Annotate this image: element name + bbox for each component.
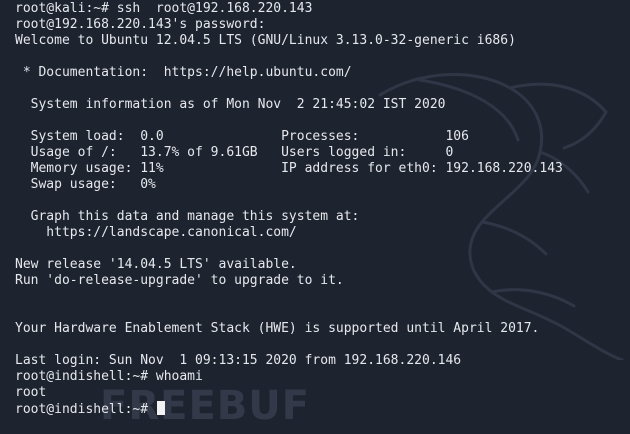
terminal-line: https://landscape.canonical.com/ — [15, 225, 297, 240]
terminal-line: root@192.168.220.143's password: — [15, 17, 274, 32]
terminal-line: Run 'do-release-upgrade' to upgrade to i… — [15, 273, 344, 288]
terminal-window[interactable]: FREEBUF root@kali:~# ssh root@192.168.22… — [0, 0, 630, 434]
terminal-line: Graph this data and manage this system a… — [15, 209, 360, 224]
terminal-line: Swap usage: 0% — [15, 177, 156, 192]
terminal-line: Last login: Sun Nov 1 09:13:15 2020 from… — [15, 353, 462, 368]
terminal-prompt: root@indishell:~# — [15, 402, 156, 417]
terminal-line: System information as of Mon Nov 2 21:45… — [15, 97, 446, 112]
terminal-line: root@indishell:~# whoami — [15, 369, 203, 384]
terminal-output: root@kali:~# ssh root@192.168.220.143 ro… — [15, 1, 563, 417]
terminal-line: Welcome to Ubuntu 12.04.5 LTS (GNU/Linux… — [15, 33, 516, 48]
terminal-line: root@kali:~# ssh root@192.168.220.143 — [15, 1, 313, 16]
terminal-line: New release '14.04.5 LTS' available. — [15, 257, 297, 272]
terminal-line: Your Hardware Enablement Stack (HWE) is … — [15, 321, 540, 336]
terminal-line: root — [15, 385, 47, 400]
block-cursor-icon[interactable] — [156, 401, 165, 415]
terminal-line: * Documentation: https://help.ubuntu.com… — [15, 65, 352, 80]
terminal-prompt-line[interactable]: root@indishell:~# — [15, 401, 563, 417]
terminal-line: Memory usage: 11% IP address for eth0: 1… — [15, 161, 563, 176]
terminal-line: Usage of /: 13.7% of 9.61GB Users logged… — [15, 145, 454, 160]
terminal-line: System load: 0.0 Processes: 106 — [15, 129, 469, 144]
